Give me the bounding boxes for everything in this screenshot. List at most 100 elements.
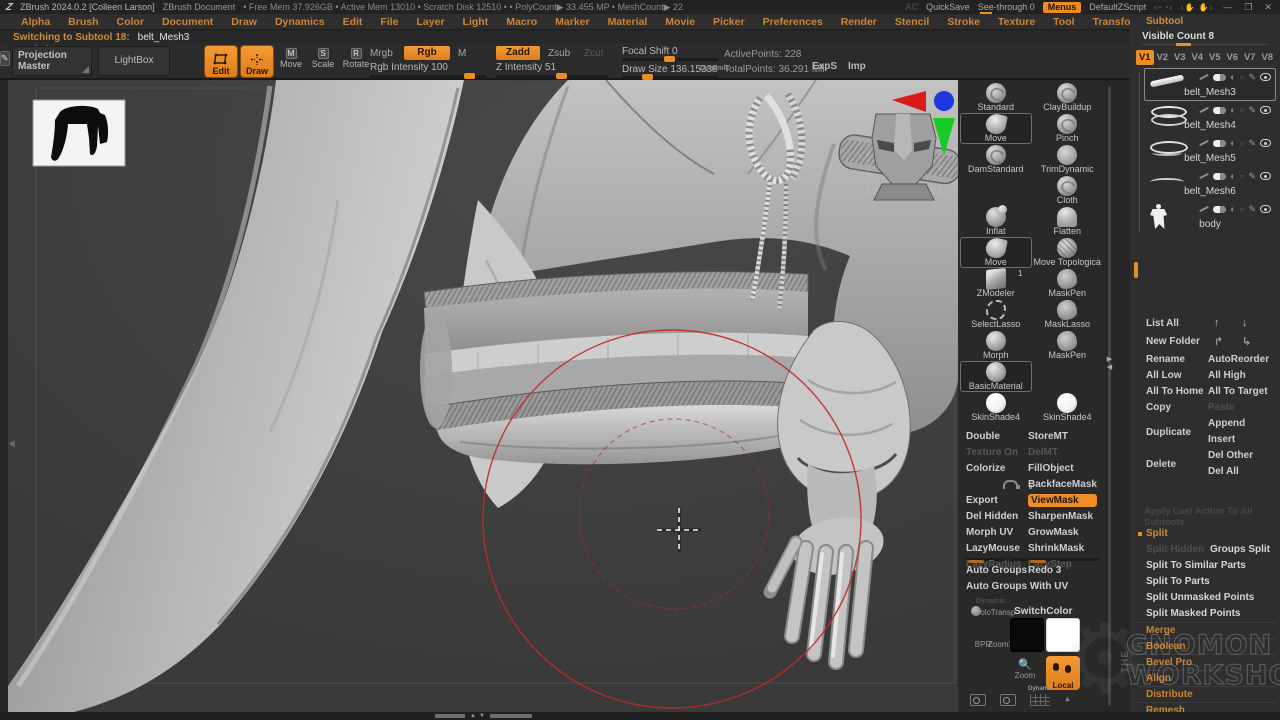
- local-button[interactable]: Local: [1046, 656, 1080, 690]
- canvas-hscroll-right[interactable]: [490, 714, 532, 718]
- edit-button[interactable]: Edit: [204, 45, 238, 78]
- uv-toggle-icon[interactable]: ◐: [1230, 139, 1235, 148]
- material-toggle-icon[interactable]: ○: [1240, 139, 1245, 148]
- uv-toggle-icon[interactable]: ◐: [1230, 73, 1235, 82]
- visibility-tab[interactable]: V8: [1259, 50, 1277, 65]
- edit-pen-icon[interactable]: ✎: [1248, 172, 1256, 181]
- brush-slot[interactable]: Standard: [960, 82, 1032, 113]
- subtool-row[interactable]: ◐ ○ ✎ belt_Mesh5: [1144, 134, 1276, 167]
- mrgb-button[interactable]: Mrgb: [370, 48, 393, 59]
- groups-split-button[interactable]: Groups Split: [1210, 542, 1270, 557]
- rotate-button[interactable]: RRotate: [341, 48, 371, 76]
- menus-button[interactable]: Menus: [1043, 2, 1082, 13]
- z-intensity-slider-label[interactable]: Z Intensity 51: [496, 62, 556, 73]
- visibility-tab[interactable]: V3: [1171, 50, 1189, 65]
- primary-color-swatch[interactable]: [1010, 618, 1044, 652]
- draw-button[interactable]: Draw: [240, 45, 274, 78]
- material-toggle-icon[interactable]: ○: [1240, 205, 1245, 214]
- brush-slot[interactable]: ZModeler 1: [960, 268, 1032, 299]
- visibility-eye-icon[interactable]: [1260, 73, 1271, 81]
- menu-item[interactable]: Dynamics: [266, 16, 334, 28]
- brush-slot[interactable]: SelectLasso: [960, 299, 1032, 330]
- shelf-button[interactable]: Double: [966, 430, 1028, 443]
- rgb-intensity-slider[interactable]: [370, 75, 486, 78]
- brush-slot[interactable]: Pinch: [1032, 113, 1104, 144]
- m-button[interactable]: M: [458, 48, 466, 59]
- split-section-header[interactable]: Split: [1138, 526, 1276, 542]
- visibility-tab[interactable]: V2: [1154, 50, 1172, 65]
- shelf-button[interactable]: FillObject: [1028, 462, 1099, 475]
- rgb-button[interactable]: Rgb: [404, 46, 450, 60]
- polypaint-brush-icon[interactable]: [1199, 173, 1209, 179]
- polypaint-brush-icon[interactable]: [1199, 140, 1209, 146]
- shelf-divider[interactable]: ▶◀: [1105, 80, 1114, 712]
- visibility-eye-icon[interactable]: [1260, 106, 1271, 114]
- material-toggle-icon[interactable]: ○: [1240, 106, 1245, 115]
- canvas-hscroll-up-icon[interactable]: ▲: [470, 713, 476, 719]
- split-hidden-button[interactable]: Split Hidden: [1146, 544, 1204, 555]
- menu-item[interactable]: Picker: [704, 16, 754, 28]
- shelf-button[interactable]: LazyRadius: [966, 558, 1028, 561]
- brush-slot[interactable]: SkinShade4: [960, 392, 1032, 423]
- polypaint-brush-icon[interactable]: [1199, 206, 1209, 212]
- perspective-grid-icon[interactable]: Dynamic: [1030, 694, 1050, 706]
- visibility-tab[interactable]: V4: [1189, 50, 1207, 65]
- polypaint-toggle-icon[interactable]: [1213, 206, 1226, 213]
- subtool-row[interactable]: ◐ ○ ✎ belt_Mesh4: [1144, 101, 1276, 134]
- floor-toggle-icon[interactable]: ▲: [1064, 694, 1071, 706]
- shelf-button[interactable]: SharpenMask: [1028, 510, 1099, 523]
- material-toggle-icon[interactable]: ○: [1240, 172, 1245, 181]
- focal-shift-slider[interactable]: [622, 58, 718, 61]
- edit-pen-icon[interactable]: ✎: [1248, 73, 1256, 82]
- brush-slot[interactable]: Cloth: [1032, 175, 1104, 206]
- brush-slot[interactable]: Flatten: [1032, 206, 1104, 237]
- align-section-header[interactable]: Align: [1138, 670, 1276, 686]
- brush-slot[interactable]: MaskLasso: [1032, 299, 1104, 330]
- brush-slot[interactable]: Move: [960, 113, 1032, 144]
- scale-button[interactable]: SScale: [308, 48, 338, 76]
- edit-pen-icon[interactable]: ✎: [1248, 106, 1256, 115]
- duplicate-button[interactable]: Duplicate: [1146, 416, 1208, 448]
- visibility-eye-icon[interactable]: [1260, 172, 1271, 180]
- shelf-button[interactable]: StoreMT: [1028, 430, 1099, 443]
- brush-slot[interactable]: SkinShade4: [1032, 392, 1104, 423]
- imp-button[interactable]: Imp: [848, 61, 866, 72]
- zcut-button[interactable]: Zcut: [584, 48, 603, 59]
- move-into-folder-icon[interactable]: ↳: [1242, 335, 1251, 348]
- default-zscript-button[interactable]: DefaultZScript: [1089, 2, 1146, 12]
- menu-item[interactable]: Preferences: [754, 16, 832, 28]
- new-folder-button[interactable]: New Folder: [1146, 336, 1200, 347]
- append-button[interactable]: Append: [1208, 416, 1274, 432]
- del-all-button[interactable]: Del All: [1208, 464, 1274, 480]
- menu-item[interactable]: File: [371, 16, 407, 28]
- brush-slot[interactable]: Inflat: [960, 206, 1032, 237]
- brush-slot[interactable]: ClayBuildup: [1032, 82, 1104, 113]
- z-intensity-slider[interactable]: [496, 75, 608, 78]
- visibility-eye-icon[interactable]: [1260, 205, 1271, 213]
- lightbox-button[interactable]: LightBox: [98, 46, 170, 76]
- canvas-hscroll-left[interactable]: [435, 714, 465, 718]
- shelf-button[interactable]: DelMT: [1028, 446, 1099, 459]
- polypaint-toggle-icon[interactable]: [1213, 140, 1226, 147]
- quicksave-button[interactable]: QuickSave: [926, 2, 970, 12]
- brush-slot[interactable]: DamStandard: [960, 144, 1032, 175]
- minimize-icon[interactable]: —: [1221, 2, 1234, 12]
- shelf-button[interactable]: BackfaceMask: [1028, 478, 1099, 491]
- see-through-slider[interactable]: See-through 0: [978, 2, 1035, 12]
- menu-item[interactable]: Marker: [546, 16, 598, 28]
- brush-slot[interactable]: Move Topologica: [1032, 237, 1104, 268]
- paste-button[interactable]: Paste: [1208, 400, 1274, 416]
- menu-item[interactable]: Macro: [497, 16, 546, 28]
- list-all-button[interactable]: List All: [1146, 318, 1179, 329]
- menu-item[interactable]: Brush: [59, 16, 107, 28]
- move-out-folder-icon[interactable]: ↱: [1214, 335, 1223, 348]
- zsub-button[interactable]: Zsub: [548, 48, 570, 59]
- brush-slot[interactable]: Morph: [960, 330, 1032, 361]
- tutorial-icons[interactable]: ‹✋ ✋›: [1181, 3, 1213, 12]
- shelf-button[interactable]: LazyMouse: [966, 542, 1028, 555]
- canvas-hscroll-down-icon[interactable]: ▼: [479, 713, 485, 719]
- rgb-intensity-slider-label[interactable]: Rgb Intensity 100: [370, 62, 448, 73]
- shelf-button[interactable]: GrowMask: [1028, 526, 1099, 539]
- shelf-button[interactable]: Auto Groups With UV: [966, 580, 1099, 593]
- all-low-button[interactable]: All Low: [1146, 368, 1208, 384]
